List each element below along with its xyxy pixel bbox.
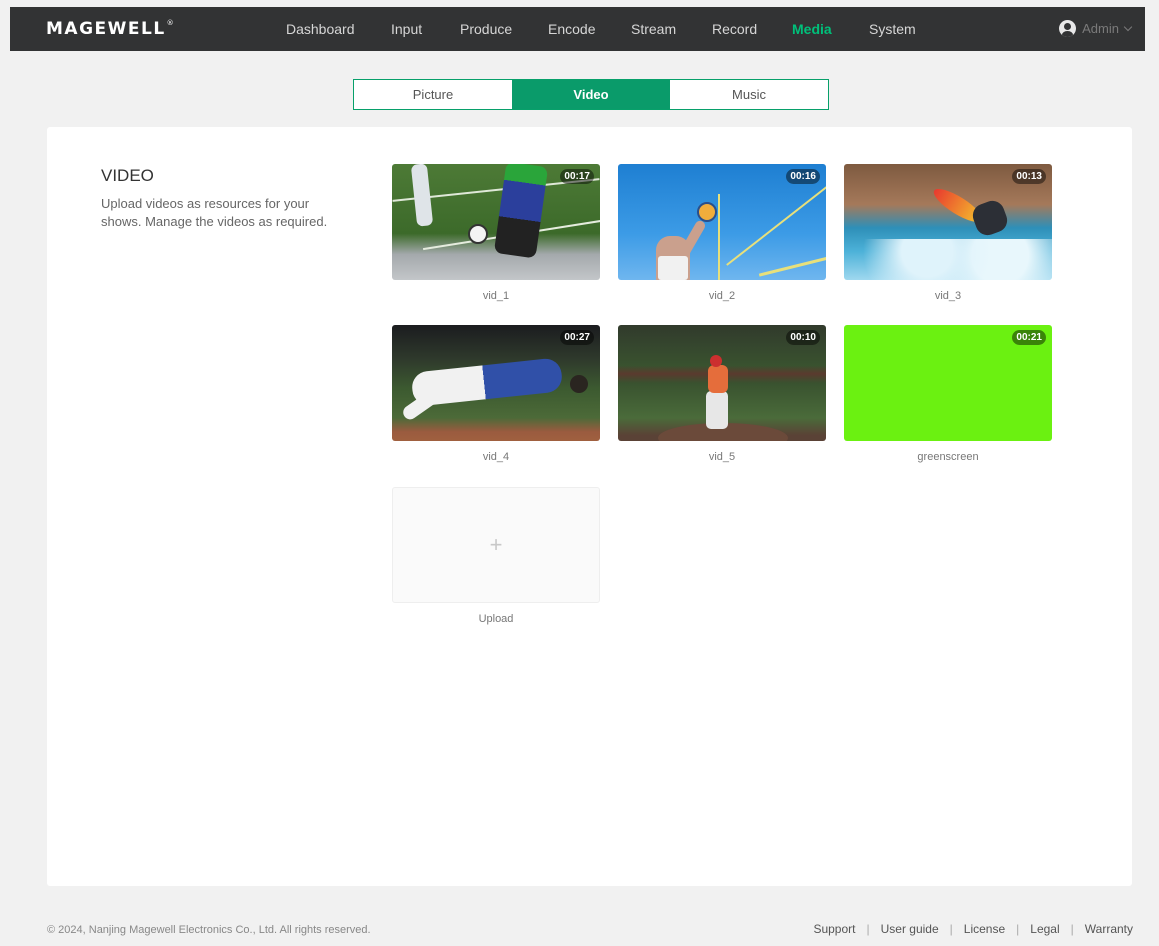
duration-badge: 00:10 [786, 330, 820, 345]
footer-link-license[interactable]: License [964, 922, 1005, 936]
footer-link-support[interactable]: Support [813, 922, 855, 936]
footer-link-user-guide[interactable]: User guide [881, 922, 939, 936]
video-name: vid_5 [708, 451, 736, 463]
upload-button[interactable]: + [392, 487, 600, 603]
user-menu[interactable]: Admin [1059, 20, 1133, 37]
video-thumbnail[interactable]: 00:17 [392, 164, 600, 280]
video-card-vid-1[interactable]: 00:17 vid_1 [392, 164, 600, 302]
chevron-down-icon [1123, 22, 1133, 31]
nav-input[interactable]: Input [391, 21, 422, 37]
video-card-greenscreen[interactable]: 00:21 greenscreen [844, 325, 1052, 463]
section-title: VIDEO [101, 166, 154, 185]
footer-link-warranty[interactable]: Warranty [1085, 922, 1133, 936]
footer-separator: | [1016, 922, 1020, 936]
video-name: vid_3 [934, 290, 962, 302]
video-name: greenscreen [917, 451, 979, 463]
nav-system[interactable]: System [869, 21, 916, 37]
copyright-text: © 2024, Nanjing Magewell Electronics Co.… [47, 924, 371, 936]
footer-separator: | [866, 922, 870, 936]
duration-badge: 00:17 [560, 169, 594, 184]
plus-icon: + [489, 532, 503, 557]
video-card-vid-2[interactable]: 00:16 vid_2 [618, 164, 826, 302]
nav-encode[interactable]: Encode [548, 21, 595, 37]
media-tabs: Picture Video Music [353, 79, 829, 110]
nav-record[interactable]: Record [712, 21, 757, 37]
video-name: vid_4 [482, 451, 510, 463]
video-card-vid-5[interactable]: 00:10 vid_5 [618, 325, 826, 463]
duration-badge: 00:16 [786, 169, 820, 184]
duration-badge: 00:13 [1012, 169, 1046, 184]
video-name: vid_2 [708, 290, 736, 302]
footer-separator: | [949, 922, 953, 936]
footer-links: Support | User guide | License | Legal |… [813, 922, 1133, 936]
user-icon [1059, 20, 1077, 37]
magewell-logo[interactable]: MAGEWELL® [46, 19, 175, 39]
tab-video[interactable]: Video [512, 80, 670, 109]
video-card-vid-4[interactable]: 00:27 vid_4 [392, 325, 600, 463]
video-thumbnail[interactable]: 00:13 [844, 164, 1052, 280]
video-thumbnail[interactable]: 00:16 [618, 164, 826, 280]
section-description: Upload videos as resources for your show… [101, 196, 328, 229]
tab-music[interactable]: Music [670, 80, 828, 109]
video-thumbnail[interactable]: 00:10 [618, 325, 826, 441]
footer-link-legal[interactable]: Legal [1030, 922, 1059, 936]
video-thumbnail[interactable]: 00:27 [392, 325, 600, 441]
footer-separator: | [1070, 922, 1074, 936]
video-panel: VIDEO Upload videos as resources for you… [47, 127, 1132, 886]
nav-dashboard[interactable]: Dashboard [286, 21, 355, 37]
nav-stream[interactable]: Stream [631, 21, 676, 37]
upload-label: Upload [478, 613, 514, 625]
upload-card[interactable]: + Upload [392, 487, 600, 625]
duration-badge: 00:27 [560, 330, 594, 345]
top-nav-bar: MAGEWELL® Dashboard Input Produce Encode… [10, 7, 1145, 51]
nav-media[interactable]: Media [792, 21, 832, 37]
video-name: vid_1 [482, 290, 510, 302]
video-card-vid-3[interactable]: 00:13 vid_3 [844, 164, 1052, 302]
tab-picture[interactable]: Picture [354, 80, 512, 109]
nav-produce[interactable]: Produce [460, 21, 512, 37]
video-thumbnail[interactable]: 00:21 [844, 325, 1052, 441]
duration-badge: 00:21 [1012, 330, 1046, 345]
user-name: Admin [1082, 21, 1119, 36]
